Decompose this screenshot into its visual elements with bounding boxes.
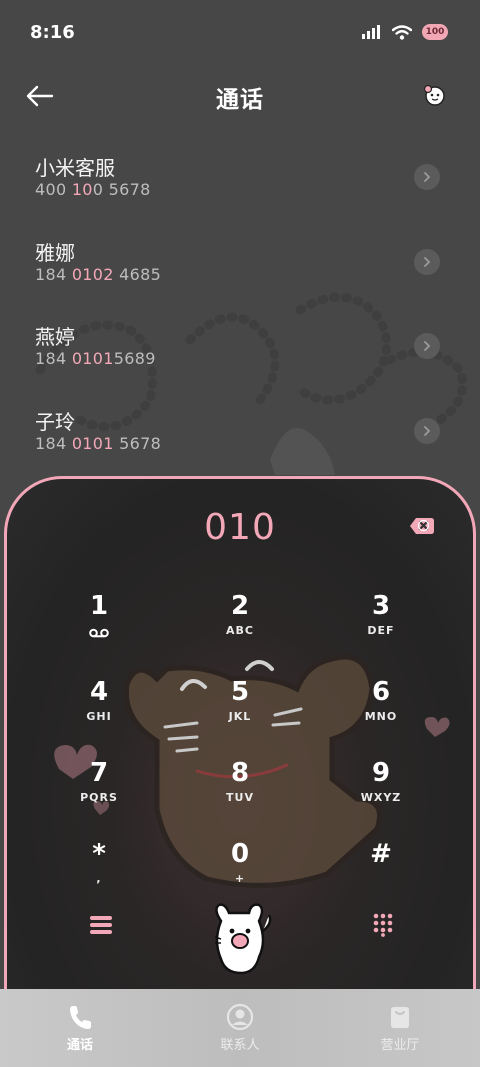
call-list: 小米客服 400 100 5678 雅娜 184 0102 4685 燕婷 18… [0, 140, 480, 478]
menu-icon[interactable] [89, 915, 113, 935]
signal-icon [362, 25, 380, 39]
dial-key-2[interactable]: 2 ABC [180, 589, 300, 661]
chevron-right-icon [424, 172, 431, 182]
call-detail-button[interactable] [414, 417, 440, 444]
nav-tab-contacts[interactable]: 联系人 [160, 989, 320, 1067]
contact-number: 400 100 5678 [35, 180, 151, 199]
dialpad-panel: 010 1 2 ABC 3 DEF 4 GHI 5 JKL 6 MNO 7 PQRS 8 TU… [4, 476, 476, 1036]
backspace-icon[interactable] [409, 517, 435, 535]
call-list-item[interactable]: 燕婷 184 01015689 [0, 309, 480, 394]
dial-key-5[interactable]: 5 JKL [180, 675, 300, 747]
dial-key-4[interactable]: 4 GHI [39, 675, 159, 747]
contact-number: 184 0101 5678 [35, 433, 162, 453]
battery-icon: 100 [422, 24, 448, 40]
call-list-item[interactable]: 小米客服 400 100 5678 [0, 140, 480, 225]
nav-label: 通话 [66, 1038, 93, 1053]
dial-key-hash[interactable]: # [321, 837, 441, 909]
bottom-navigation: 通话 联系人 营业厅 [0, 989, 480, 1067]
call-list-item[interactable]: 雅娜 184 0102 4685 [0, 225, 480, 310]
chevron-right-icon [424, 256, 431, 267]
dial-input-display[interactable]: 010 [7, 507, 473, 548]
nav-tab-service-hall[interactable]: 营业厅 [320, 989, 480, 1067]
contact-person-icon [226, 1003, 254, 1031]
dial-key-8[interactable]: 8 TUV [180, 756, 300, 828]
dial-key-3[interactable]: 3 DEF [321, 589, 441, 661]
call-detail-button[interactable] [414, 248, 440, 275]
theme-sticker-icon[interactable] [422, 82, 448, 108]
call-detail-button[interactable] [414, 333, 440, 359]
nav-label: 联系人 [220, 1038, 260, 1053]
dial-key-7[interactable]: 7 PQRS [39, 756, 159, 828]
contact-name: 雅娜 [35, 240, 75, 265]
nav-label: 营业厅 [380, 1038, 420, 1053]
status-icons: 100 [362, 24, 448, 40]
dial-key-9[interactable]: 9 WXYZ [321, 756, 441, 828]
phone-icon [70, 1006, 91, 1029]
app-header: 通话 [0, 68, 480, 124]
contact-name: 小米客服 [35, 156, 115, 180]
chevron-right-icon [424, 425, 431, 436]
dial-key-0[interactable]: 0 + [180, 837, 300, 909]
page-title: 通话 [216, 87, 264, 113]
contact-name: 燕婷 [35, 325, 75, 349]
status-bar: 8:16 100 [0, 0, 480, 68]
voicemail-icon [89, 628, 109, 638]
contact-number: 184 0102 4685 [35, 264, 162, 284]
dial-key-6[interactable]: 6 MNO [321, 675, 441, 747]
call-list-item[interactable]: 子玲 184 0101 5678 [0, 394, 480, 479]
contact-name: 子玲 [35, 409, 75, 434]
nav-tab-calls[interactable]: 通话 [0, 989, 160, 1067]
wifi-icon [392, 24, 412, 40]
contact-number: 184 01015689 [35, 349, 156, 368]
status-time: 8:16 [30, 22, 75, 43]
dial-key-star[interactable]: *, [39, 837, 159, 909]
chevron-right-icon [424, 341, 431, 351]
shopping-bag-icon [391, 1007, 409, 1028]
call-detail-button[interactable] [414, 164, 440, 190]
dialpad-toggle-icon[interactable] [373, 913, 393, 937]
dial-key-1[interactable]: 1 [39, 589, 159, 661]
call-button-dog-icon[interactable] [207, 901, 273, 977]
